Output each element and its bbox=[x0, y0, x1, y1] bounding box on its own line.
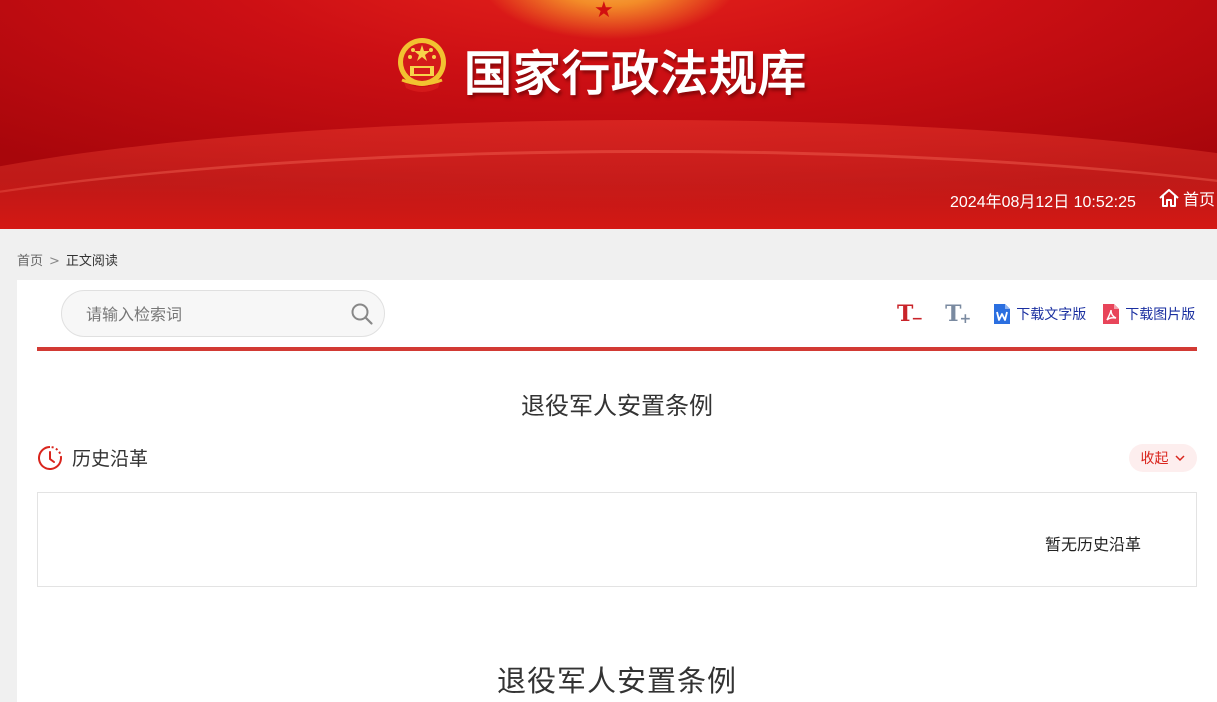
home-link[interactable]: 首页 bbox=[1158, 186, 1215, 210]
download-word-button[interactable]: 下载文字版 bbox=[993, 303, 1086, 325]
search-icon[interactable] bbox=[350, 302, 374, 326]
breadcrumb-home-link[interactable]: 首页 bbox=[17, 254, 43, 269]
word-doc-icon bbox=[994, 304, 1011, 324]
font-decrease-sign: − bbox=[911, 311, 924, 327]
document-body-title: 退役军人安置条例 bbox=[496, 664, 737, 698]
history-empty-text: 暂无历史沿革 bbox=[1045, 535, 1142, 554]
history-header: 历史沿革 bbox=[37, 444, 148, 471]
national-emblem-icon bbox=[398, 38, 446, 92]
history-label: 历史沿革 bbox=[72, 448, 149, 470]
font-increase-button[interactable]: T+ bbox=[945, 301, 971, 327]
current-datetime: 2024年08月12日 10:52:25 bbox=[950, 194, 1136, 211]
breadcrumb-separator: > bbox=[49, 254, 60, 269]
search-box bbox=[61, 290, 385, 337]
font-increase-sign: + bbox=[959, 311, 972, 327]
document-title: 退役军人安置条例 bbox=[521, 392, 713, 420]
download-word-label: 下载文字版 bbox=[1016, 307, 1087, 323]
breadcrumb: 首页 > 正文阅读 bbox=[17, 250, 118, 269]
home-label: 首页 bbox=[1183, 190, 1216, 209]
home-icon bbox=[1159, 189, 1179, 207]
collapse-button[interactable]: 收起 bbox=[1129, 444, 1197, 472]
site-title: 国家行政法规库 bbox=[464, 46, 808, 102]
search-input[interactable] bbox=[86, 303, 336, 325]
font-decrease-button[interactable]: T− bbox=[897, 301, 923, 327]
breadcrumb-current: 正文阅读 bbox=[65, 254, 118, 269]
history-panel: 暂无历史沿革 bbox=[37, 492, 1197, 587]
pdf-doc-icon bbox=[1103, 304, 1120, 324]
chevron-down-icon bbox=[1174, 455, 1185, 462]
download-image-button[interactable]: 下载图片版 bbox=[1102, 303, 1195, 325]
section-divider bbox=[37, 347, 1197, 351]
header-banner: ★ 国家行政法规库 2024年08月12日 10:52:25 首页 bbox=[0, 0, 1217, 229]
history-clock-icon bbox=[38, 445, 62, 470]
star-icon: ★ bbox=[594, 0, 614, 23]
content-card: T− T+ 下载文字版 下载图片版 退役军人安置条例 历史沿革 bbox=[17, 280, 1217, 702]
collapse-label: 收起 bbox=[1140, 451, 1169, 467]
reading-toolbar: T− T+ 下载文字版 下载图片版 bbox=[897, 300, 1211, 328]
download-image-label: 下载图片版 bbox=[1125, 307, 1196, 323]
